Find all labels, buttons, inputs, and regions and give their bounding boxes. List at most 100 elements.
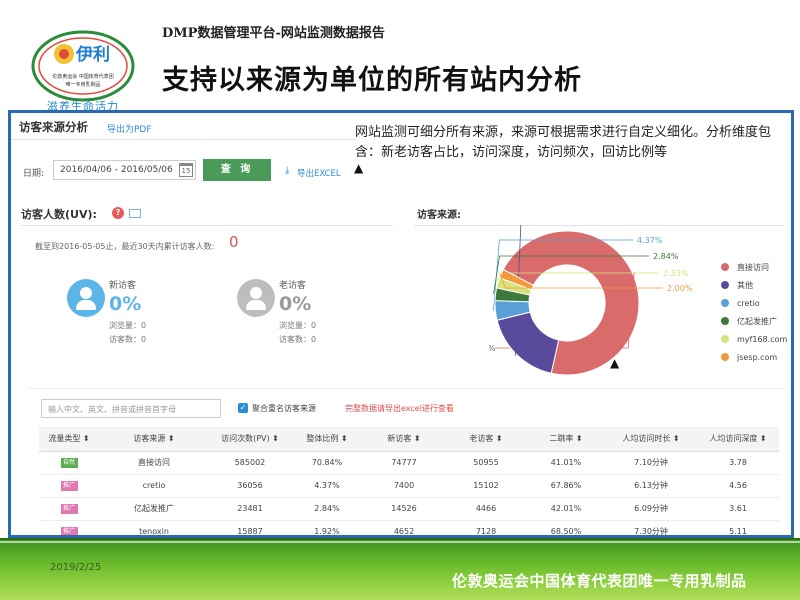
table-cell-pv: 15887 [209, 520, 291, 535]
logo-caption-2: 唯一专用乳制品 [65, 81, 100, 88]
cumulative-value: 0 [229, 233, 239, 251]
legend-label: jsesp.com [737, 352, 778, 362]
export-pdf-link[interactable]: 导出为PDF [107, 122, 152, 135]
export-excel-link[interactable]: 导出EXCEL [297, 167, 341, 179]
traffic-type-badge: 推广 [60, 527, 78, 535]
table-cell-old: 7128 [445, 520, 527, 535]
table-cell-duration: 7.10分钟 [605, 451, 697, 475]
source-table: 流量类型 ⬍ 访客来源 ⬍ 访问次数(PV) ⬍ 整体比例 ⬍ 新访客 ⬍ 老访客 ⬍ 二跳… [39, 427, 779, 535]
legend-item[interactable]: cretio [721, 294, 787, 312]
legend-dot-icon [721, 299, 729, 307]
new-visitor-uv: 访客数：0 [109, 335, 147, 344]
traffic-type-badge: 推广 [60, 504, 78, 514]
calendar-icon[interactable]: 15 [179, 163, 193, 177]
legend-item[interactable]: jsesp.com [721, 348, 787, 366]
legend-label: 其他 [737, 280, 753, 290]
slide-title: 支持以来源为单位的所有站内分析 [162, 65, 582, 96]
table-cell-old: 4466 [445, 497, 527, 521]
table-header-cell[interactable]: 人均访问深度 ⬍ [697, 427, 779, 452]
traffic-type-cell: 推广 [39, 497, 99, 521]
traffic-type-cell: 自然 [39, 451, 99, 475]
table-header-cell[interactable]: 人均访问时长 ⬍ [605, 427, 697, 452]
logo-brand: 伊利 [75, 44, 110, 64]
table-cell-source: 直接访问 [99, 451, 209, 475]
section-title: 访客来源分析 [19, 120, 88, 134]
divider [11, 139, 383, 140]
table-cell-duration: 6.09分钟 [605, 497, 697, 521]
table-header-cell[interactable]: 新访客 ⬍ [363, 427, 445, 452]
old-visitor-uv: 访客数：0 [279, 335, 317, 344]
date-range-input[interactable]: 2016/04/06 - 2016/05/06 [53, 160, 196, 180]
table-cell-depth: 5.11 [697, 520, 779, 535]
cursor-icon: ▲ [610, 356, 620, 370]
pie-slice[interactable] [496, 311, 560, 374]
table-cell-depth: 3.78 [697, 451, 779, 475]
legend-item[interactable]: 其他 [721, 276, 787, 294]
pie-data-label: 4.37% [637, 236, 663, 245]
table-cell-source: cretio [99, 474, 209, 498]
table-header-cell[interactable]: 流量类型 ⬍ [39, 427, 99, 452]
table-cell-new: 4652 [363, 520, 445, 535]
divider [21, 225, 393, 226]
merge-checkbox-label: 聚合重名访客来源 [252, 404, 316, 413]
table-row[interactable]: 推广 tenoxin 15887 1.92% 4652 7128 68.50% 7.30分钟 5… [39, 520, 779, 535]
pie-data-label: 70.84% [489, 344, 496, 353]
table-cell-old: 15102 [445, 474, 527, 498]
chart-legend: 直接访问其他 cretio 亿起发推广 myf168.com jsesp.com [721, 258, 787, 366]
chart-icon[interactable] [129, 209, 141, 218]
table-cell-ratio: 2.84% [291, 497, 363, 521]
table-header-cell[interactable]: 访问次数(PV) ⬍ [209, 427, 291, 452]
query-button[interactable]: 查 询 [203, 159, 271, 181]
date-label: 日期: [23, 169, 45, 179]
traffic-type-cell: 推广 [39, 520, 99, 535]
table-cell-pv: 36056 [209, 474, 291, 498]
export-hint-link[interactable]: 完整数据请导出excel进行查看 [345, 403, 454, 414]
new-visitor-avatar-icon [67, 279, 105, 317]
cursor-icon: ▲ [354, 161, 364, 175]
legend-dot-icon [721, 263, 729, 271]
help-icon[interactable]: ? [112, 207, 124, 219]
table-cell-bounce: 41.01% [527, 451, 605, 475]
legend-label: cretio [737, 298, 760, 308]
source-donut-chart: 70.84%17.63%4.37%2.84%2.33%2.00% [489, 225, 693, 376]
table-row[interactable]: 自然 直接访问 585002 70.84% 74777 50955 41.01% 7.10分钟… [39, 451, 779, 475]
new-visitor-label: 新访客 [109, 281, 137, 291]
slide-subtitle: DMP数据管理平台-网站监测数据报告 [162, 26, 385, 41]
legend-item[interactable]: 亿起发推广 [721, 312, 787, 330]
table-cell-bounce: 68.50% [527, 520, 605, 535]
traffic-type-badge: 自然 [60, 458, 78, 468]
screenshot-frame: 访客来源分析 导出为PDF 日期: 2016/04/06 - 2016/05/0… [8, 110, 794, 538]
table-header-row: 流量类型 ⬍ 访客来源 ⬍ 访问次数(PV) ⬍ 整体比例 ⬍ 新访客 ⬍ 老访客 ⬍ 二跳… [39, 427, 779, 452]
table-cell-bounce: 42.01% [527, 497, 605, 521]
table-cell-duration: 7.30分钟 [605, 520, 697, 535]
table-row[interactable]: 推广 cretio 36056 4.37% 7400 15102 67.86% 6.13分钟 4… [39, 474, 779, 498]
footer-text: 伦敦奥运会中国体育代表团唯一专用乳制品 [452, 572, 747, 590]
table-cell-bounce: 67.86% [527, 474, 605, 498]
legend-dot-icon [721, 317, 729, 325]
new-visitor-percent: 0% [109, 293, 142, 315]
table-header-cell[interactable]: 访客来源 ⬍ [99, 427, 209, 452]
legend-item[interactable]: 直接访问 [721, 258, 787, 276]
legend-label: myf168.com [737, 334, 788, 344]
source-table-section: 输入中文、英文、拼音或拼音首字母 ✓ 聚合重名访客来源 完整数据请导出excel… [27, 388, 785, 535]
table-cell-depth: 4.56 [697, 474, 779, 498]
merge-checkbox[interactable]: ✓ [238, 403, 248, 413]
table-row[interactable]: 推广 亿起发推广 23481 2.84% 14526 4466 42.01% 6.09分钟 3.… [39, 497, 779, 521]
legend-dot-icon [721, 335, 729, 343]
table-cell-pv: 23481 [209, 497, 291, 521]
table-cell-depth: 3.61 [697, 497, 779, 521]
table-cell-pv: 585002 [209, 451, 291, 475]
footer-stripe [0, 538, 800, 540]
table-header-cell[interactable]: 整体比例 ⬍ [291, 427, 363, 452]
legend-item[interactable]: myf168.com [721, 330, 787, 348]
old-visitor-percent: 0% [279, 293, 312, 315]
table-header-cell[interactable]: 二跳率 ⬍ [527, 427, 605, 452]
table-cell-ratio: 70.84% [291, 451, 363, 475]
old-visitor-avatar-icon [237, 279, 275, 317]
download-icon[interactable]: ⤓ [285, 165, 289, 176]
table-header-cell[interactable]: 老访客 ⬍ [445, 427, 527, 452]
footer-date: 2019/2/25 [50, 562, 102, 573]
source-search-input[interactable]: 输入中文、英文、拼音或拼音首字母 [41, 399, 221, 418]
pie-data-label: 2.33% [663, 269, 689, 278]
table-cell-ratio: 4.37% [291, 474, 363, 498]
